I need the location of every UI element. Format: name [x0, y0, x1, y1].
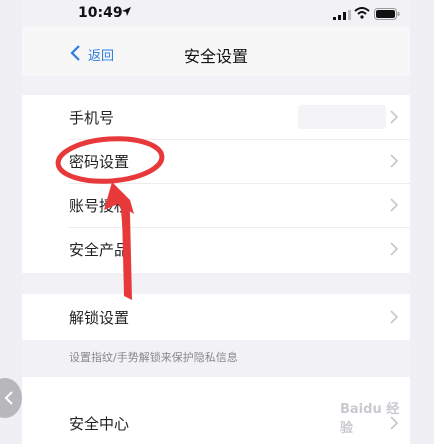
cellular-signal-icon: [333, 10, 351, 20]
location-arrow-icon: [122, 7, 131, 16]
chevron-right-icon: [390, 198, 398, 212]
status-bar: 10:49: [22, 0, 410, 26]
settings-group-account: 手机号 密码设置 账号授权 安全产品: [22, 95, 410, 273]
chevron-right-icon: [390, 154, 398, 168]
chevron-left-icon: [4, 391, 13, 405]
row-label: 密码设置: [69, 153, 130, 171]
watermark: Baidu 经验: [340, 402, 400, 436]
settings-group-unlock: 解锁设置: [22, 294, 410, 340]
settings-row-security-products[interactable]: 安全产品: [22, 227, 410, 271]
settings-row-password[interactable]: 密码设置: [22, 139, 410, 183]
status-time: 10:49: [78, 5, 123, 21]
masked-phone-value: [298, 105, 386, 129]
row-label: 安全中心: [69, 415, 130, 433]
wifi-icon: [354, 7, 370, 19]
row-label: 手机号: [69, 109, 115, 127]
settings-row-unlock[interactable]: 解锁设置: [22, 295, 410, 339]
chevron-right-icon: [390, 242, 398, 256]
navigation-bar: 返回 安全设置: [22, 26, 410, 76]
settings-row-phone-number[interactable]: 手机号: [22, 95, 410, 139]
chevron-right-icon: [390, 110, 398, 124]
chevron-right-icon: [390, 310, 398, 324]
row-label: 账号授权: [69, 197, 130, 215]
unlock-hint-text: 设置指纹/手势解锁来保护隐私信息: [69, 351, 238, 364]
row-label: 解锁设置: [69, 309, 130, 327]
phone-screen: 10:49 返回 安全设置 手机号 密码设置 账号授权 安全产品 解锁设置 设置…: [22, 0, 410, 444]
settings-row-account-authorization[interactable]: 账号授权: [22, 183, 410, 227]
battery-icon: [374, 8, 400, 20]
row-label: 安全产品: [69, 241, 130, 259]
page-title: 安全设置: [183, 47, 248, 66]
